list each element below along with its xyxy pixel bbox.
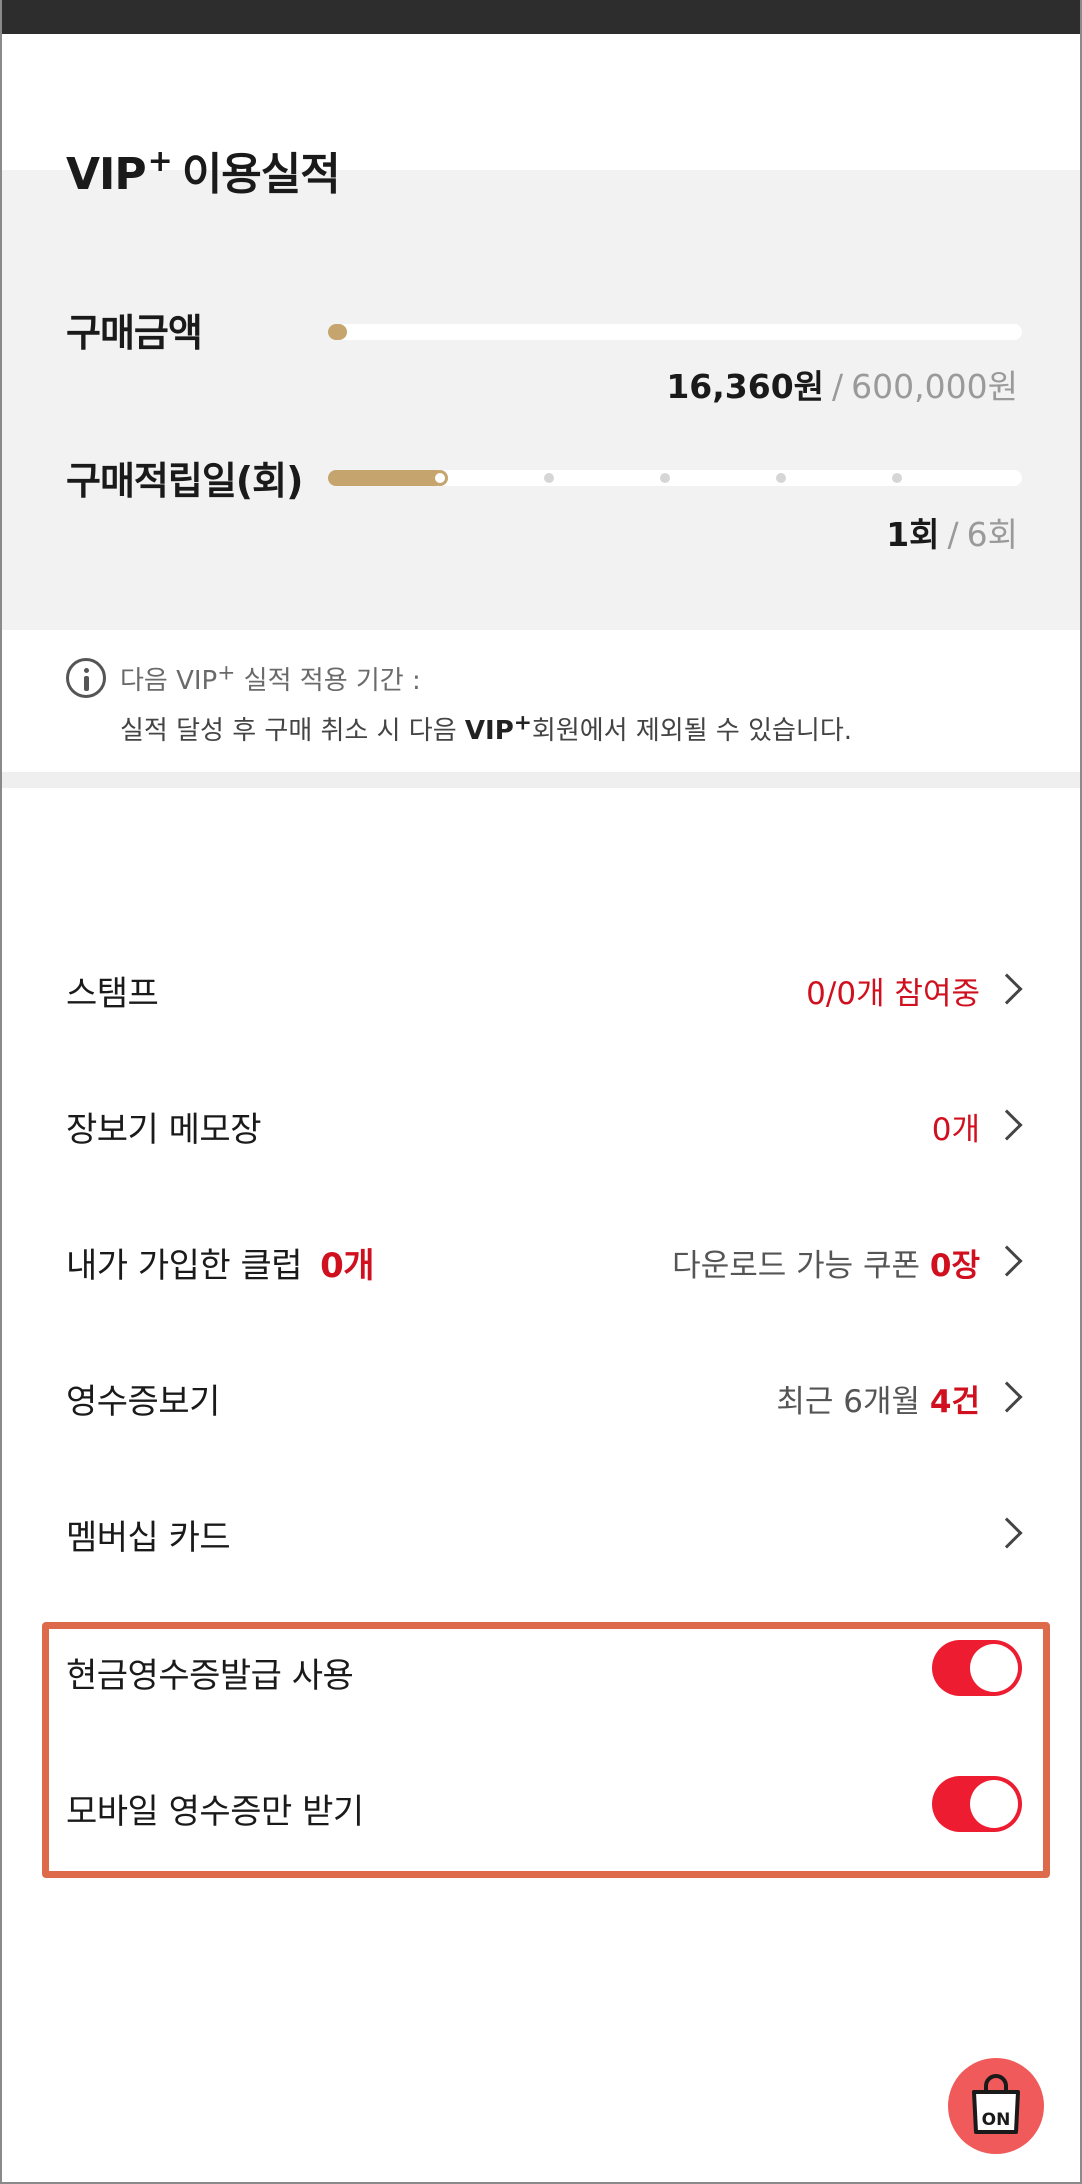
purchase-days-track: [328, 470, 1022, 486]
chevron-right-icon: [991, 1245, 1023, 1277]
stamp-label: 스탬프: [66, 974, 159, 1014]
purchase-days-value: 1회/6회: [886, 515, 1018, 554]
cash-receipt-toggle[interactable]: [932, 1640, 1022, 1696]
status-bar: [2, 0, 1080, 34]
club-label: 내가 가입한 클럽 0개: [66, 1246, 375, 1286]
purchase-days-label: 구매적립일(회): [66, 459, 303, 503]
purchase-amount-fill: [328, 324, 347, 340]
info-note: 다음 VIP+ 실적 적용 기간 : 실적 달성 후 구매 취소 시 다음 VI…: [2, 630, 1080, 770]
menu-row-stamp[interactable]: 스탬프 0/0개 참여중: [2, 928, 1080, 1048]
purchase-amount-label: 구매금액: [66, 311, 203, 355]
step-dot: [544, 473, 554, 483]
section-divider: [2, 772, 1080, 788]
info-icon: [66, 658, 106, 698]
chevron-right-icon: [991, 1109, 1023, 1141]
step-dot: [892, 473, 902, 483]
chevron-right-icon: [991, 1381, 1023, 1413]
purchase-amount-value: 16,360원/600,000원: [666, 367, 1018, 406]
receipts-info: 최근 6개월 4건: [776, 1384, 980, 1420]
cash-receipt-label: 현금영수증발급 사용: [66, 1656, 354, 1696]
shopping-on-button[interactable]: ON: [948, 2058, 1044, 2154]
menu-row-membership-card[interactable]: 멤버십 카드: [2, 1472, 1080, 1592]
step-dot: [776, 473, 786, 483]
coupon-info: 다운로드 가능 쿠폰 0장: [672, 1248, 980, 1284]
fab-label: ON: [981, 2110, 1011, 2130]
receipts-label: 영수증보기: [66, 1382, 220, 1422]
toggle-knob: [970, 1644, 1018, 1692]
toggle-row-mobile-receipt: 모바일 영수증만 받기: [2, 1746, 1080, 1866]
performance-title: VIP+ 이용실적: [66, 144, 341, 200]
purchase-days-fill: [328, 470, 444, 486]
chevron-right-icon: [991, 1517, 1023, 1549]
mobile-receipt-label: 모바일 영수증만 받기: [66, 1792, 364, 1832]
info-cancel-notice: 실적 달성 후 구매 취소 시 다음 VIP+회원에서 제외될 수 있습니다.: [120, 710, 853, 746]
app-screen: VIP+ 이용실적 구매금액 16,360원/600,000원 구매적립일(회) …: [0, 0, 1082, 2184]
info-period-text: 다음 VIP+ 실적 적용 기간 :: [120, 660, 421, 696]
memo-label: 장보기 메모장: [66, 1110, 262, 1150]
purchase-days-knob: [432, 470, 448, 486]
membership-card-label: 멤버십 카드: [66, 1518, 231, 1558]
stamp-value: 0/0개 참여중: [806, 976, 980, 1012]
step-dot: [660, 473, 670, 483]
club-count: 0개: [320, 1246, 375, 1286]
purchase-amount-track: [328, 324, 1022, 340]
menu-row-shopping-memo[interactable]: 장보기 메모장 0개: [2, 1064, 1080, 1184]
toggle-row-cash-receipt: 현금영수증발급 사용: [2, 1610, 1080, 1730]
mobile-receipt-toggle[interactable]: [932, 1776, 1022, 1832]
memo-count: 0개: [931, 1112, 980, 1148]
chevron-right-icon: [991, 973, 1023, 1005]
menu-row-club[interactable]: 내가 가입한 클럽 0개 다운로드 가능 쿠폰 0장: [2, 1200, 1080, 1320]
toggle-knob: [970, 1780, 1018, 1828]
menu-row-receipts[interactable]: 영수증보기 최근 6개월 4건: [2, 1336, 1080, 1456]
